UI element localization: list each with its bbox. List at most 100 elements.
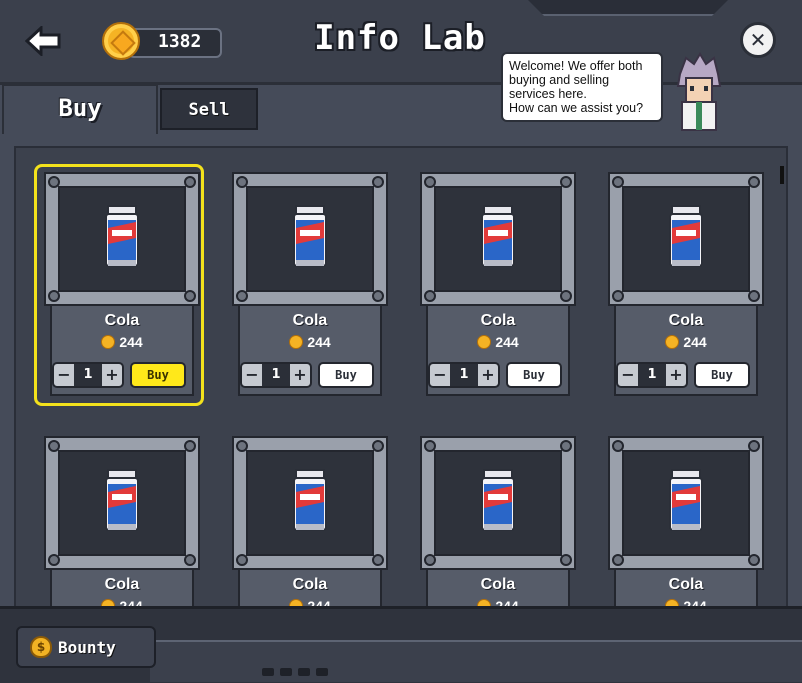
- item-card[interactable]: Cola244−1+Buy: [224, 164, 396, 404]
- item-frame: [420, 436, 576, 570]
- back-button[interactable]: [22, 22, 64, 60]
- item-frame: [232, 436, 388, 570]
- increase-button[interactable]: +: [478, 364, 498, 386]
- buy-button[interactable]: Buy: [506, 362, 562, 388]
- tab-sell-label: Sell: [188, 100, 230, 120]
- buy-button[interactable]: Buy: [694, 362, 750, 388]
- item-frame: [44, 172, 200, 306]
- purchase-controls: −1+Buy: [240, 362, 380, 388]
- quantity-value[interactable]: 1: [262, 364, 290, 386]
- quantity-value[interactable]: 1: [450, 364, 478, 386]
- cola-can-icon: [666, 468, 706, 540]
- back-arrow-icon: [25, 26, 61, 56]
- item-name: Cola: [480, 312, 516, 329]
- cola-can-icon: [666, 204, 706, 276]
- quantity-value[interactable]: 1: [74, 364, 102, 386]
- item-slot: [434, 450, 562, 556]
- vent-slot: [262, 668, 274, 676]
- coin-icon: [289, 335, 304, 349]
- tab-buy-label: Buy: [58, 94, 102, 122]
- item-name: Cola: [104, 576, 140, 593]
- cola-can-icon: [478, 468, 518, 540]
- increase-button[interactable]: +: [666, 364, 686, 386]
- bounty-label: Bounty: [58, 638, 116, 657]
- item-price-value: 244: [683, 334, 707, 350]
- close-icon: ✕: [749, 28, 767, 52]
- purchase-controls: −1+Buy: [428, 362, 568, 388]
- item-slot: [58, 450, 186, 556]
- coin-balance: 1382: [102, 22, 222, 60]
- item-price-value: 244: [119, 334, 143, 350]
- quantity-value[interactable]: 1: [638, 364, 666, 386]
- item-card[interactable]: Cola244−1+Buy: [34, 164, 208, 406]
- item-card[interactable]: Cola244−1+Buy: [600, 164, 772, 404]
- item-name: Cola: [668, 312, 704, 329]
- item-frame: [608, 172, 764, 306]
- quantity-stepper[interactable]: −1+: [616, 362, 688, 388]
- bounty-button[interactable]: $ Bounty: [16, 626, 156, 668]
- item-price: 244: [224, 334, 396, 350]
- decrease-button[interactable]: −: [242, 364, 262, 386]
- item-slot: [58, 186, 186, 292]
- decrease-button[interactable]: −: [618, 364, 638, 386]
- cola-can-icon: [102, 468, 142, 540]
- quantity-stepper[interactable]: −1+: [52, 362, 124, 388]
- item-card[interactable]: Cola244−1+Buy: [412, 164, 584, 404]
- item-name: Cola: [480, 576, 516, 593]
- item-frame: [232, 172, 388, 306]
- money-bag-icon: $: [30, 636, 52, 658]
- shop-screen: 1382 Info Lab ✕ Welcome! We offer both b…: [0, 0, 802, 683]
- increase-button[interactable]: +: [290, 364, 310, 386]
- item-name: Cola: [668, 576, 704, 593]
- item-slot: [622, 186, 750, 292]
- speech-line: services here.: [509, 87, 587, 101]
- item-price-value: 244: [307, 334, 331, 350]
- decrease-button[interactable]: −: [54, 364, 74, 386]
- item-price-value: 244: [495, 334, 519, 350]
- decrease-button[interactable]: −: [430, 364, 450, 386]
- tab-buy[interactable]: Buy: [2, 84, 158, 134]
- item-frame: [44, 436, 200, 570]
- item-frame: [420, 172, 576, 306]
- speech-line: How can we assist you?: [509, 101, 644, 115]
- item-price: 244: [600, 334, 772, 350]
- purchase-controls: −1+Buy: [52, 362, 192, 388]
- vent-slot: [298, 668, 310, 676]
- item-name: Cola: [104, 312, 140, 329]
- quantity-stepper[interactable]: −1+: [240, 362, 312, 388]
- quantity-stepper[interactable]: −1+: [428, 362, 500, 388]
- item-slot: [622, 450, 750, 556]
- increase-button[interactable]: +: [102, 364, 122, 386]
- item-price: 244: [412, 334, 584, 350]
- buy-button[interactable]: Buy: [318, 362, 374, 388]
- tab-sell[interactable]: Sell: [160, 88, 258, 130]
- purchase-controls: −1+Buy: [616, 362, 756, 388]
- cola-can-icon: [290, 468, 330, 540]
- vent-slot: [280, 668, 292, 676]
- coin-icon: [477, 335, 492, 349]
- item-slot: [434, 186, 562, 292]
- bottom-strip: [150, 640, 802, 682]
- page-title: Info Lab: [314, 18, 486, 58]
- cola-can-icon: [102, 204, 142, 276]
- vent-slot: [316, 668, 328, 676]
- item-name: Cola: [292, 576, 328, 593]
- gold-coin-icon: [102, 22, 140, 60]
- speech-line: Welcome! We offer both: [509, 59, 643, 73]
- shopkeeper-avatar: [676, 52, 722, 131]
- item-slot: [246, 450, 374, 556]
- cola-can-icon: [478, 204, 518, 276]
- close-button[interactable]: ✕: [740, 22, 776, 58]
- item-frame: [608, 436, 764, 570]
- buy-button[interactable]: Buy: [130, 362, 186, 388]
- coin-icon: [101, 335, 116, 349]
- coin-icon: [665, 335, 680, 349]
- scrollbar-thumb[interactable]: [780, 166, 784, 184]
- item-price: 244: [36, 334, 208, 350]
- cola-can-icon: [290, 204, 330, 276]
- coin-count: 1382: [158, 31, 202, 52]
- header-notch: [528, 0, 728, 16]
- item-name: Cola: [292, 312, 328, 329]
- npc-speech-bubble: Welcome! We offer both buying and sellin…: [501, 52, 663, 122]
- speech-line: buying and selling: [509, 73, 610, 87]
